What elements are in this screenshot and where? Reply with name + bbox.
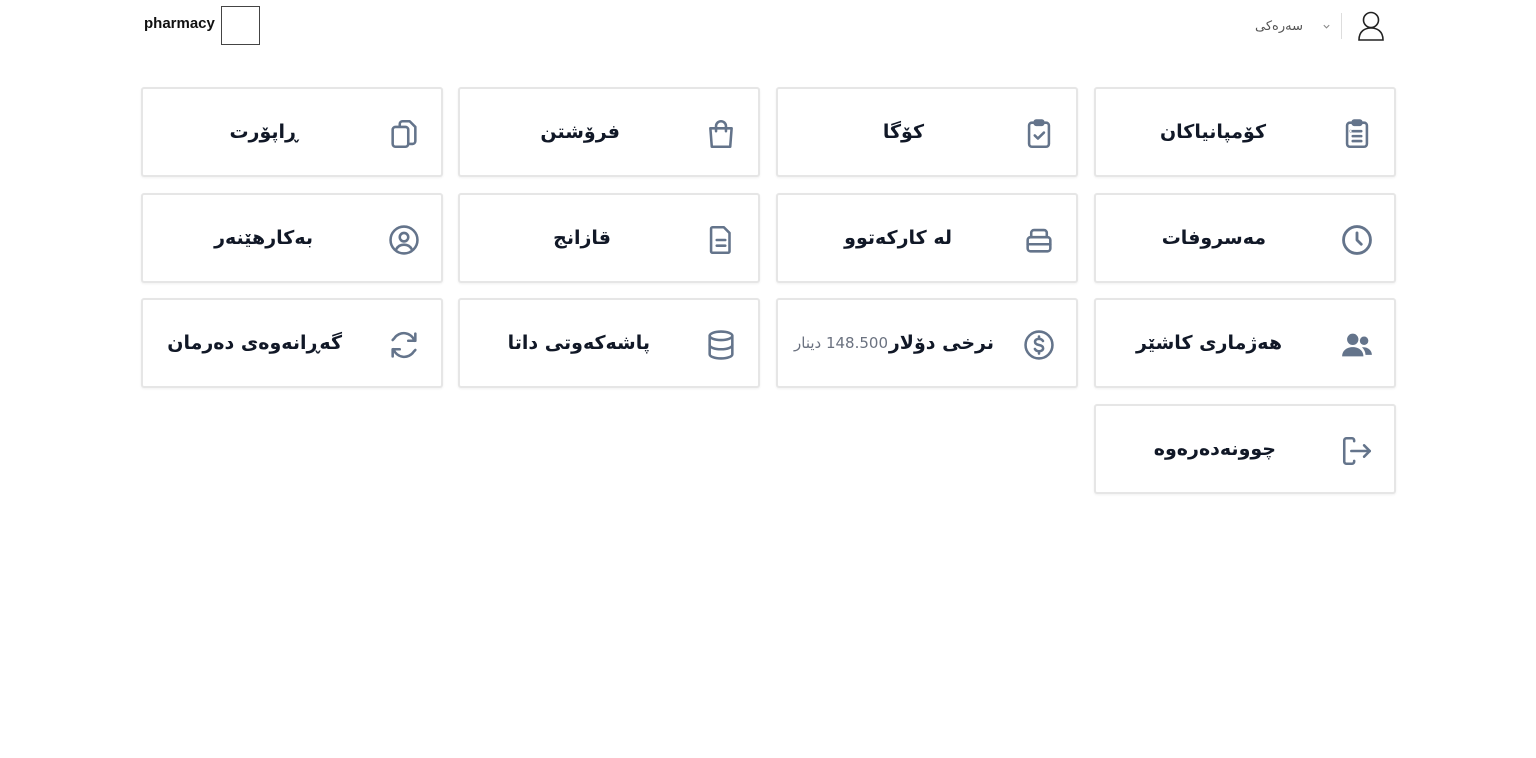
card-label: کۆمپانیاکان	[1159, 121, 1266, 143]
card-companies[interactable]: کۆمپانیاکان	[1094, 87, 1396, 177]
user-circle-icon	[385, 221, 423, 259]
card-cashier-accounts[interactable]: هەژماری کاشێر	[1094, 298, 1396, 388]
document-icon	[702, 221, 740, 259]
card-users[interactable]: بەکارهێنەر	[141, 193, 443, 283]
brand[interactable]: pharmacy	[144, 6, 260, 45]
clock-icon	[1338, 221, 1376, 259]
chevron-down-icon[interactable]	[1319, 19, 1333, 33]
card-label: پاشەکەوتی داتا	[507, 332, 650, 354]
dollar-rate-value: 148.500 دینار	[794, 334, 888, 352]
database-icon	[702, 326, 740, 364]
card-store[interactable]: کۆگا	[776, 87, 1078, 177]
card-label: مەسروفات	[1161, 227, 1266, 249]
archive-box-icon	[1020, 221, 1058, 259]
users-icon	[1338, 326, 1376, 364]
card-sales[interactable]: فرۆشتن	[458, 87, 760, 177]
dollar-circle-icon	[1020, 326, 1058, 364]
card-logout[interactable]: چوونەدەرەوە	[1094, 404, 1396, 494]
user-menu[interactable]: سەرەکی	[1255, 8, 1386, 44]
card-label: گەڕانەوەی دەرمان	[167, 332, 342, 354]
card-report[interactable]: ڕاپۆرت	[141, 87, 443, 177]
card-label: لە کارکەتوو	[844, 227, 952, 249]
card-dollar-rate[interactable]: نرخی دۆلار 148.500 دینار	[776, 298, 1078, 388]
card-label: قازانج	[553, 227, 611, 249]
brand-name: pharmacy	[144, 15, 215, 32]
card-label: نرخی دۆلار	[888, 332, 994, 354]
top-header: pharmacy سەرەکی	[0, 0, 1536, 52]
card-profit[interactable]: قازانج	[458, 193, 760, 283]
copy-documents-icon	[385, 115, 423, 153]
card-label: ڕاپۆرت	[229, 121, 298, 143]
card-medicine-return[interactable]: گەڕانەوەی دەرمان	[141, 298, 443, 388]
card-label: چوونەدەرەوە	[1153, 438, 1276, 460]
logout-icon	[1338, 432, 1376, 470]
card-label: فرۆشتن	[540, 121, 620, 143]
user-avatar-icon[interactable]	[1356, 10, 1386, 42]
card-label: هەژماری کاشێر	[1136, 332, 1282, 354]
card-label: بەکارهێنەر	[214, 227, 313, 249]
card-expired[interactable]: لە کارکەتوو	[776, 193, 1078, 283]
shopping-bag-icon	[702, 115, 740, 153]
clipboard-list-icon	[1338, 115, 1376, 153]
divider	[1341, 13, 1342, 39]
clipboard-check-icon	[1020, 115, 1058, 153]
card-expenses[interactable]: مەسروفات	[1094, 193, 1396, 283]
card-backup[interactable]: پاشەکەوتی داتا	[458, 298, 760, 388]
card-label: کۆگا	[882, 121, 924, 143]
refresh-icon	[385, 326, 423, 364]
brand-logo	[220, 6, 260, 45]
user-menu-label: سەرەکی	[1255, 18, 1303, 34]
